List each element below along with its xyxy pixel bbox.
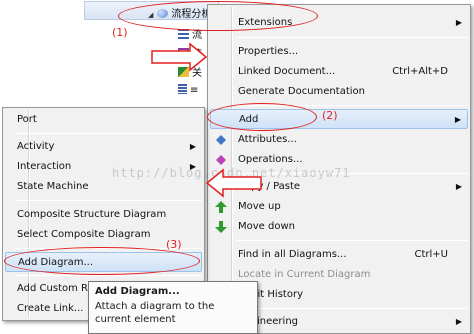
tooltip: Add Diagram... Attach a diagram to the c… — [88, 281, 258, 334]
submenu-arrow-icon: ▶ — [455, 317, 462, 326]
tooltip-body: Attach a diagram to the current element — [95, 301, 215, 325]
project-browser-tree: ◢流程分析全图顾管理 流 流 关 ≡ — [0, 0, 261, 110]
menu-item-properties[interactable]: Properties... — [210, 42, 468, 62]
arrow-up-icon — [215, 201, 227, 213]
submenu-item-composite-structure-diagram[interactable]: Composite Structure Diagram — [5, 205, 202, 225]
diagram-icon — [178, 29, 189, 39]
menu-item-linked-document[interactable]: Linked Document... Ctrl+Alt+D — [210, 62, 468, 82]
submenu-item-add-diagram[interactable]: Add Diagram... — [5, 252, 202, 272]
menu-item-attributes[interactable]: Attributes... — [210, 130, 468, 150]
menu-item-extensions[interactable]: Extensions ▶ — [210, 13, 468, 33]
annotation-label-2: (2) — [322, 109, 338, 122]
menu-item-copy-paste[interactable]: Copy / Paste ▶ — [210, 177, 468, 197]
menu-item-generate-documentation[interactable]: Generate Documentation — [210, 82, 468, 102]
submenu-arrow-icon: ▶ — [455, 182, 462, 191]
menu-item-move-down[interactable]: Move down — [210, 217, 468, 237]
annotation-label-3: (3) — [166, 238, 182, 251]
collapse-triangle-icon[interactable]: ◢ — [148, 11, 153, 19]
attribute-icon — [215, 134, 227, 146]
menu-item-find-in-all-diagrams[interactable]: Find in all Diagrams... Ctrl+U — [210, 245, 468, 265]
shortcut-label: Ctrl+Alt+D — [392, 66, 448, 77]
submenu-arrow-icon: ▶ — [189, 142, 196, 151]
menu-item-add[interactable]: Add ▶ — [210, 109, 468, 129]
submenu-arrow-icon: ▶ — [455, 18, 462, 27]
operation-icon — [215, 154, 227, 166]
class-icon — [178, 48, 189, 58]
element-icon — [178, 67, 189, 77]
tooltip-title: Add Diagram... — [95, 286, 180, 297]
submenu-arrow-icon: ▶ — [454, 115, 461, 124]
shortcut-label: Ctrl+U — [414, 249, 449, 260]
list-icon — [178, 84, 187, 94]
package-icon — [157, 9, 169, 18]
submenu-item-state-machine[interactable]: State Machine — [5, 177, 202, 197]
annotation-label-1: (1) — [112, 26, 128, 39]
tree-item[interactable]: 流 — [178, 26, 202, 41]
tree-item[interactable]: 流 — [178, 45, 202, 60]
tree-item[interactable]: ≡ — [178, 84, 198, 96]
menu-item-move-up[interactable]: Move up — [210, 197, 468, 217]
submenu-item-activity[interactable]: Activity ▶ — [5, 137, 202, 157]
submenu-item-port[interactable]: Port — [5, 110, 202, 130]
tree-item[interactable]: 关 — [178, 64, 202, 79]
arrow-down-icon — [215, 221, 227, 233]
watermark: http://blog.csdn.net/xiaoyw71 — [112, 166, 351, 180]
